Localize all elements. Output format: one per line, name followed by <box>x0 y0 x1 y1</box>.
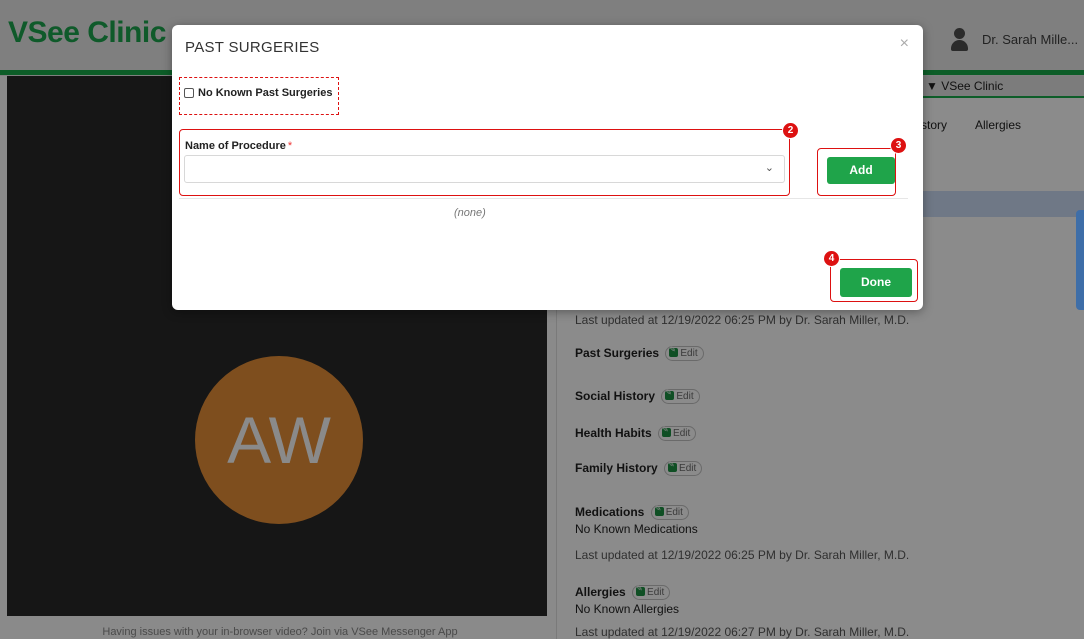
edit-icon <box>636 584 646 597</box>
last-updated-text: Last updated at 12/19/2022 06:25 PM by D… <box>575 548 910 562</box>
allergies-value: No Known Allergies <box>575 602 680 617</box>
video-issue-text[interactable]: Having issues with your in-browser video… <box>60 626 500 638</box>
family-history-heading: Family History <box>575 461 658 475</box>
tab-history[interactable]: story <box>921 118 947 132</box>
clinic-dropdown-label: VSee Clinic <box>941 79 1004 93</box>
tab-allergies[interactable]: Allergies <box>975 118 1021 132</box>
past-surgeries-edit-button[interactable]: Edit <box>665 345 704 362</box>
modal-title: PAST SURGERIES <box>185 39 320 56</box>
annotation-badge-3: 3 <box>890 137 907 154</box>
participant-avatar: AW <box>195 356 363 524</box>
procedure-select[interactable]: ⌄ <box>184 155 785 183</box>
procedure-label-text: Name of Procedure <box>185 140 286 152</box>
user-menu[interactable]: Dr. Sarah Mille... <box>982 32 1078 47</box>
past-surgeries-modal: PAST SURGERIES × No Known Past Surgeries… <box>172 25 923 310</box>
social-history-edit-button[interactable]: Edit <box>661 388 700 405</box>
edit-icon <box>665 388 675 401</box>
empty-list-text: (none) <box>454 207 486 219</box>
medications-heading: Medications <box>575 505 645 519</box>
allergies-edit-button[interactable]: Edit <box>632 584 671 601</box>
edit-label: Edit <box>676 391 694 403</box>
app-logo: VSee Clinic <box>8 16 166 49</box>
annotation-badge-2: 2 <box>782 122 799 139</box>
allergies-section: Allergies Edit No Known Allergies <box>575 584 680 617</box>
required-mark: * <box>287 140 293 152</box>
user-avatar-icon[interactable] <box>950 28 968 52</box>
family-history-edit-button[interactable]: Edit <box>664 460 703 477</box>
edit-label: Edit <box>679 463 697 475</box>
health-habits-edit-button[interactable]: Edit <box>658 425 697 442</box>
edit-label: Edit <box>680 348 698 360</box>
last-updated-text: Last updated at 12/19/2022 06:27 PM by D… <box>575 625 910 639</box>
family-history-section: Family History Edit <box>575 460 703 477</box>
medications-edit-button[interactable]: Edit <box>650 504 689 521</box>
chevron-down-icon: ⌄ <box>764 162 774 174</box>
edit-icon <box>668 460 678 473</box>
procedure-label: Name of Procedure * <box>185 140 292 152</box>
last-updated-text: Last updated at 12/19/2022 06:25 PM by D… <box>575 313 910 327</box>
list-divider <box>179 198 908 199</box>
health-habits-section: Health Habits Edit <box>575 425 697 442</box>
clinic-dropdown[interactable]: ▼ VSee Clinic <box>920 76 1084 98</box>
health-habits-heading: Health Habits <box>575 426 652 440</box>
done-button[interactable]: Done <box>840 268 912 297</box>
edit-label: Edit <box>647 587 665 599</box>
allergies-heading: Allergies <box>575 585 626 599</box>
edit-icon <box>654 504 664 517</box>
close-icon[interactable]: × <box>900 35 909 53</box>
medications-value: No Known Medications <box>575 522 698 537</box>
social-history-section: Social History Edit <box>575 388 700 405</box>
edit-label: Edit <box>665 507 683 519</box>
add-button[interactable]: Add <box>827 157 895 184</box>
past-surgeries-heading: Past Surgeries <box>575 346 660 360</box>
edit-label: Edit <box>673 428 691 440</box>
side-panel-tab[interactable] <box>1076 210 1084 310</box>
edit-icon <box>662 425 672 438</box>
edit-icon <box>669 345 679 358</box>
medications-section: Medications Edit No Known Medications <box>575 504 698 537</box>
no-known-past-surgeries-checkbox[interactable] <box>184 88 194 98</box>
annotation-badge-4: 4 <box>823 250 840 267</box>
no-known-past-surgeries-label[interactable]: No Known Past Surgeries <box>198 87 332 99</box>
social-history-heading: Social History <box>575 389 656 403</box>
past-surgeries-section: Past Surgeries Edit <box>575 345 704 362</box>
